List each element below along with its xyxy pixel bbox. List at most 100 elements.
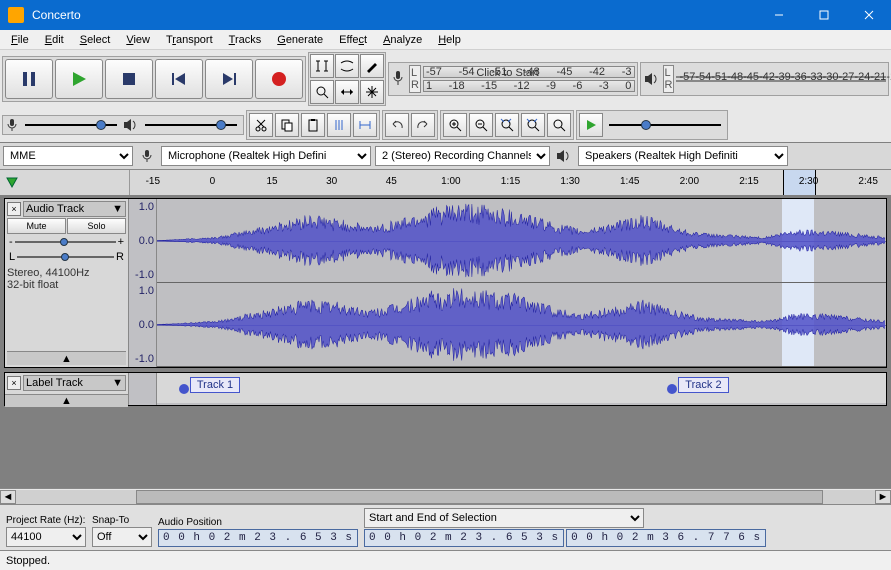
silence-button[interactable] (353, 113, 377, 137)
track-close-button[interactable]: × (7, 376, 21, 390)
audio-position-value[interactable]: 0 0 h 0 2 m 2 3 . 6 5 3 s (158, 529, 358, 547)
titlebar: Concerto (0, 0, 891, 30)
zoom-toolbar (440, 110, 574, 140)
envelope-tool[interactable] (335, 54, 359, 78)
mute-button[interactable]: Mute (7, 218, 66, 234)
paste-button[interactable] (301, 113, 325, 137)
zoom-in-button[interactable] (443, 113, 467, 137)
lr-label: LR (663, 65, 675, 93)
play-button[interactable] (55, 59, 103, 99)
track-collapse-button[interactable]: ▲ (5, 394, 128, 407)
device-toolbar: MME Microphone (Realtek High Defini 2 (S… (0, 143, 891, 170)
copy-button[interactable] (275, 113, 299, 137)
playback-speed-slider[interactable] (605, 118, 725, 132)
waveform-right[interactable] (157, 283, 886, 367)
project-rate-label: Project Rate (Hz): (6, 515, 86, 526)
recording-device-select[interactable]: Microphone (Realtek High Defini (161, 146, 371, 166)
timeline-ruler[interactable]: -1501530451:001:151:301:452:002:152:302:… (0, 170, 891, 196)
label-marker[interactable]: Track 1 (179, 376, 240, 394)
undo-toolbar (382, 110, 438, 140)
edit-toolbar (246, 110, 380, 140)
pause-button[interactable] (5, 59, 53, 99)
label-area[interactable]: Track 1 Track 2 (157, 373, 886, 403)
selection-toolbar: Project Rate (Hz): 44100 Snap-To Off Aud… (0, 504, 891, 550)
audio-host-select[interactable]: MME (3, 146, 133, 166)
record-button[interactable] (255, 59, 303, 99)
app-icon (8, 7, 24, 23)
menu-select[interactable]: Select (73, 33, 118, 47)
mic-icon (5, 118, 19, 132)
maximize-button[interactable] (801, 0, 846, 30)
track-menu-button[interactable]: Label Track▼ (23, 375, 126, 391)
menu-help[interactable]: Help (431, 33, 468, 47)
track-close-button[interactable]: × (7, 202, 21, 216)
cut-button[interactable] (249, 113, 273, 137)
audio-position-label: Audio Position (158, 517, 358, 528)
redo-button[interactable] (411, 113, 435, 137)
solo-button[interactable]: Solo (67, 218, 126, 234)
label-marker[interactable]: Track 2 (667, 376, 728, 394)
waveform-left[interactable] (157, 199, 886, 283)
menu-tracks[interactable]: Tracks (222, 33, 269, 47)
zoom-toggle-button[interactable] (547, 113, 571, 137)
status-text: Stopped. (6, 555, 50, 567)
selection-mode-select[interactable]: Start and End of Selection (364, 508, 644, 528)
scroll-left-button[interactable]: ◄ (0, 490, 16, 504)
speaker-icon (123, 118, 139, 132)
multi-tool[interactable] (360, 80, 384, 104)
recording-meter[interactable]: LR -57-54-51-48-45-42-3 Click to Start M… (388, 62, 638, 96)
menu-edit[interactable]: Edit (38, 33, 71, 47)
menubar: File Edit Select View Transport Tracks G… (0, 30, 891, 50)
skip-start-button[interactable] (155, 59, 203, 99)
tools-toolbar (308, 52, 386, 106)
track-format: Stereo, 44100Hz32-bit float (7, 267, 126, 291)
play-at-speed-toolbar (576, 110, 728, 140)
selection-tool[interactable] (310, 54, 334, 78)
playback-volume-slider[interactable] (141, 118, 241, 132)
speaker-icon (554, 149, 574, 163)
menu-transport[interactable]: Transport (159, 33, 220, 47)
pan-slider[interactable]: LR (7, 250, 126, 264)
lr-label: LR (409, 65, 421, 93)
trim-button[interactable] (327, 113, 351, 137)
timeshift-tool[interactable] (335, 80, 359, 104)
pin-indicator[interactable] (0, 170, 130, 195)
snap-to-select[interactable]: Off (92, 527, 152, 547)
recording-volume-slider[interactable] (21, 118, 121, 132)
fit-project-button[interactable] (521, 113, 545, 137)
zoom-tool[interactable] (310, 80, 334, 104)
play-at-speed-button[interactable] (579, 113, 603, 137)
horizontal-scrollbar[interactable]: ◄ ► (0, 488, 891, 504)
gain-slider[interactable]: -+ (7, 235, 126, 249)
zoom-out-button[interactable] (469, 113, 493, 137)
playback-meter[interactable]: LR -57-54-51-48-45-42-39-36-33-30-27-24-… (640, 62, 890, 96)
vertical-scale[interactable]: 1.00.0-1.0 1.00.0-1.0 (129, 199, 157, 367)
menu-effect[interactable]: Effect (332, 33, 374, 47)
mixer-toolbar (2, 115, 244, 135)
selection-start-value[interactable]: 0 0 h 0 2 m 2 3 . 6 5 3 s (364, 529, 564, 547)
menu-file[interactable]: File (4, 33, 36, 47)
playback-device-select[interactable]: Speakers (Realtek High Definiti (578, 146, 788, 166)
draw-tool[interactable] (360, 54, 384, 78)
mic-icon (391, 69, 405, 89)
track-collapse-button[interactable]: ▲ (7, 351, 126, 365)
stop-button[interactable] (105, 59, 153, 99)
selection-end-value[interactable]: 0 0 h 0 2 m 3 6 . 7 7 6 s (566, 529, 766, 547)
minimize-button[interactable] (756, 0, 801, 30)
menu-view[interactable]: View (119, 33, 157, 47)
project-rate-select[interactable]: 44100 (6, 527, 86, 547)
menu-analyze[interactable]: Analyze (376, 33, 429, 47)
skip-end-button[interactable] (205, 59, 253, 99)
undo-button[interactable] (385, 113, 409, 137)
mic-icon (137, 149, 157, 163)
waveform-area[interactable] (157, 199, 886, 367)
recording-channels-select[interactable]: 2 (Stereo) Recording Channels (375, 146, 550, 166)
close-button[interactable] (846, 0, 891, 30)
menu-generate[interactable]: Generate (270, 33, 330, 47)
speaker-icon (643, 71, 659, 87)
track-menu-button[interactable]: Audio Track▼ (23, 201, 126, 217)
transport-toolbar (2, 56, 306, 102)
scroll-right-button[interactable]: ► (875, 490, 891, 504)
fit-selection-button[interactable] (495, 113, 519, 137)
statusbar: Stopped. (0, 550, 891, 570)
